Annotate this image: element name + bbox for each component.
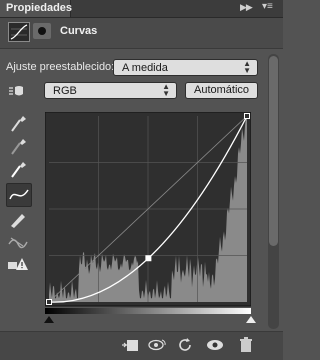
curve-point[interactable] bbox=[145, 255, 152, 262]
reset-icon[interactable] bbox=[176, 336, 196, 354]
preset-dropdown[interactable]: A medida ▲ ▼ bbox=[113, 59, 258, 76]
on-image-adjust-icon[interactable] bbox=[6, 82, 30, 102]
preset-label: Ajuste preestablecido: bbox=[6, 61, 115, 73]
black-point-eyedropper-icon[interactable] bbox=[6, 112, 30, 134]
auto-button[interactable]: Automático bbox=[185, 82, 258, 99]
smooth-curve-icon[interactable] bbox=[6, 230, 30, 252]
preset-value: A medida bbox=[122, 62, 168, 74]
curve-point[interactable] bbox=[46, 299, 52, 305]
scrollbar-thumb[interactable] bbox=[269, 56, 278, 246]
channel-value: RGB bbox=[53, 85, 77, 97]
trash-icon[interactable] bbox=[236, 336, 256, 354]
white-slider-icon[interactable] bbox=[246, 316, 256, 323]
view-previous-state-icon[interactable] bbox=[147, 336, 167, 354]
tab-label: Propiedades bbox=[6, 2, 73, 14]
curves-graph[interactable] bbox=[45, 112, 251, 314]
curve-edit-icon[interactable] bbox=[6, 183, 32, 207]
layer-mask-icon[interactable] bbox=[33, 23, 51, 39]
collapse-panel-icon[interactable]: ▶▶ bbox=[240, 2, 253, 13]
panel-title: Curvas bbox=[60, 25, 98, 37]
curves-adjustment-icon[interactable] bbox=[8, 22, 30, 42]
clip-to-layer-icon[interactable] bbox=[120, 336, 140, 354]
visibility-eye-icon[interactable] bbox=[205, 336, 225, 354]
black-slider-icon[interactable] bbox=[44, 316, 54, 323]
panel-menu-icon[interactable]: ▾≡ bbox=[262, 1, 273, 12]
curve-point[interactable] bbox=[244, 113, 250, 119]
white-point-eyedropper-icon[interactable] bbox=[6, 158, 30, 180]
input-gradient-bar bbox=[45, 308, 251, 314]
pencil-draw-icon[interactable] bbox=[6, 208, 30, 230]
dropdown-arrows-icon: ▲ ▼ bbox=[162, 82, 170, 98]
dropdown-arrows-icon: ▲ ▼ bbox=[243, 59, 251, 75]
clipping-warning-icon[interactable] bbox=[6, 253, 30, 275]
gray-point-eyedropper-icon[interactable] bbox=[6, 135, 30, 157]
channel-dropdown[interactable]: RGB ▲ ▼ bbox=[44, 82, 177, 99]
